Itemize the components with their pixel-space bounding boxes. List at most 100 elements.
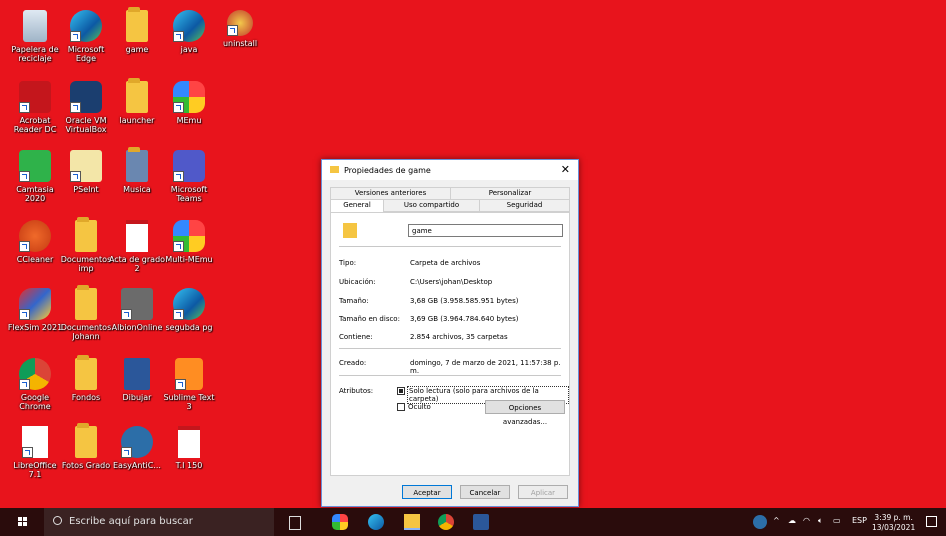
desktop-icon-musica[interactable]: Musica (108, 147, 166, 194)
desktop-icon-segubda-pg[interactable]: segubda pg (160, 288, 218, 332)
desktop-icon-multi-memu[interactable]: Multi-MEmu (160, 220, 218, 264)
tab-uso-compartido[interactable]: Uso compartido (383, 199, 480, 212)
desktop-icon-libreoffice[interactable]: LibreOffice 7.1 (6, 426, 64, 479)
desktop-icon-documentos-imp[interactable]: Documentos imp (57, 217, 115, 273)
desktop-icon-launcher[interactable]: launcher (108, 78, 166, 125)
type-label: Tipo: (339, 259, 357, 267)
folder-icon (126, 7, 148, 42)
desktop-icon-label: Microsoft Teams (170, 185, 208, 203)
desktop-icon-label: EasyAntiC... (113, 461, 161, 470)
desktop-icon-fotos-grado[interactable]: Fotos Grado (57, 423, 115, 470)
search-icon (53, 516, 62, 525)
folder-name-input[interactable]: game (408, 224, 563, 237)
size-on-disk-label: Tamaño en disco: (339, 315, 400, 323)
recycle-bin-icon (23, 10, 47, 42)
desktop-icon-acrobat[interactable]: Acrobat Reader DC (6, 81, 64, 134)
battery-icon[interactable]: ▭ (833, 516, 841, 525)
divider (339, 348, 561, 349)
desktop-icon-label: T.I 150 (175, 461, 203, 470)
advanced-options-button[interactable]: Opciones avanzadas... (485, 400, 565, 426)
desktop-icon-albiononline[interactable]: AlbionOnline (108, 288, 166, 332)
desktop-icon-label: AlbionOnline (111, 323, 163, 332)
edge-icon (173, 288, 205, 320)
desktop-icon-virtualbox[interactable]: Oracle VM VirtualBox (57, 81, 115, 134)
tab-seguridad[interactable]: Seguridad (479, 199, 570, 212)
camtasia-icon (19, 150, 51, 182)
desktop-icon-label: Google Chrome (19, 393, 51, 411)
desktop-icon-easyanticheat[interactable]: EasyAntiC... (108, 426, 166, 470)
desktop-icon-label: MEmu (176, 116, 202, 125)
ok-button[interactable]: Aceptar (402, 485, 452, 499)
start-button[interactable] (18, 517, 28, 527)
dialog-titlebar[interactable]: Propiedades de game ✕ (322, 160, 578, 180)
desktop-icon-ccleaner[interactable]: CCleaner (6, 220, 64, 264)
size-value: 3,68 GB (3.958.585.951 bytes) (410, 297, 519, 305)
desktop-icon-flexsim[interactable]: FlexSim 2021 (6, 288, 64, 332)
desktop-icon-game[interactable]: game (108, 7, 166, 54)
close-icon[interactable]: ✕ (561, 163, 570, 176)
libreoffice-icon (22, 426, 48, 458)
desktop-icon-teams[interactable]: Microsoft Teams (160, 150, 218, 203)
size-on-disk-value: 3,69 GB (3.964.784.640 bytes) (410, 315, 519, 323)
taskbar-search[interactable]: Escribe aquí para buscar (44, 508, 274, 536)
desktop-icon-label: CCleaner (16, 255, 54, 264)
divider (339, 375, 561, 376)
clock[interactable]: 3:39 p. m. 13/03/2021 (872, 513, 915, 533)
folder-icon (75, 285, 97, 320)
taskbar: Escribe aquí para buscar ^ ☁ ◠ 🔈︎ ▭ ESP … (0, 508, 946, 536)
desktop-icon-label: java (180, 45, 198, 54)
easyanticheat-tray-icon[interactable] (753, 515, 767, 529)
desktop-icon-chrome[interactable]: Google Chrome (6, 358, 64, 411)
desktop-icon-camtasia[interactable]: Camtasia 2020 (6, 150, 64, 203)
location-label: Ubicación: (339, 278, 376, 286)
cloud-icon[interactable]: ☁ (788, 516, 796, 525)
file-explorer-taskbar-icon[interactable] (404, 514, 420, 530)
desktop-icon-label: Musica (123, 185, 151, 194)
task-view-icon[interactable] (289, 516, 301, 530)
desktop-icon-label: Oracle VM VirtualBox (65, 116, 107, 134)
desktop-icon-label: Acrobat Reader DC (13, 116, 57, 134)
desktop-icon-edge[interactable]: Microsoft Edge (57, 10, 115, 63)
desktop-icon-fondos[interactable]: Fondos (57, 355, 115, 402)
divider (339, 246, 561, 247)
desktop-icon-dibujar[interactable]: Dibujar (108, 358, 166, 402)
clock-date: 13/03/2021 (872, 523, 916, 532)
ccleaner-icon (19, 220, 51, 252)
chrome-taskbar-icon[interactable] (438, 514, 454, 530)
memu-taskbar-icon[interactable] (332, 514, 348, 530)
desktop-icon-label: segubda pg (165, 323, 213, 332)
desktop-icon-label: Camtasia 2020 (16, 185, 54, 203)
contains-value: 2.854 archivos, 35 carpetas (410, 333, 508, 341)
acrobat-icon (19, 81, 51, 113)
desktop-icon-label: Microsoft Edge (67, 45, 105, 63)
edge-taskbar-icon[interactable] (368, 514, 384, 530)
desktop-icon-label: Documentos imp (60, 255, 112, 273)
desktop-icon-sublime[interactable]: Sublime Text 3 (160, 358, 218, 411)
desktop-icon-java[interactable]: java (160, 10, 218, 54)
flexsim-icon (19, 288, 51, 320)
volume-icon[interactable]: 🔈︎ (818, 516, 823, 526)
desktop-icon-label: Fondos (71, 393, 101, 402)
hidden-checkbox[interactable] (397, 403, 405, 411)
apply-button[interactable]: Aplicar (518, 485, 568, 499)
chevron-up-icon[interactable]: ^ (773, 516, 780, 525)
desktop-icon-label: game (125, 45, 149, 54)
desktop-icon-ti150[interactable]: T.I 150 (160, 426, 218, 470)
word-taskbar-icon[interactable] (473, 514, 489, 530)
folder-icon (126, 78, 148, 113)
desktop-icon-acta-de-grado[interactable]: Acta de grado 2 (108, 220, 166, 273)
desktop-icon-label: Multi-MEmu (165, 255, 213, 264)
desktop-icon-recycle-bin[interactable]: Papelera de reciclaje (6, 10, 64, 63)
hidden-label[interactable]: Oculto (408, 403, 431, 411)
desktop-icon-pseint[interactable]: PSeInt (57, 150, 115, 194)
folder-icon (75, 217, 97, 252)
notifications-icon[interactable] (926, 516, 937, 527)
desktop-icon-memu[interactable]: MEmu (160, 81, 218, 125)
readonly-checkbox[interactable] (397, 387, 405, 395)
wifi-icon[interactable]: ◠ (803, 516, 810, 525)
desktop-icon-documentos-johann[interactable]: Documentos Johann (57, 285, 115, 341)
tab-general[interactable]: General (330, 199, 384, 213)
cancel-button[interactable]: Cancelar (460, 485, 510, 499)
desktop-icon-uninstall[interactable]: uninstall (211, 10, 269, 48)
language-indicator[interactable]: ESP (852, 516, 867, 525)
